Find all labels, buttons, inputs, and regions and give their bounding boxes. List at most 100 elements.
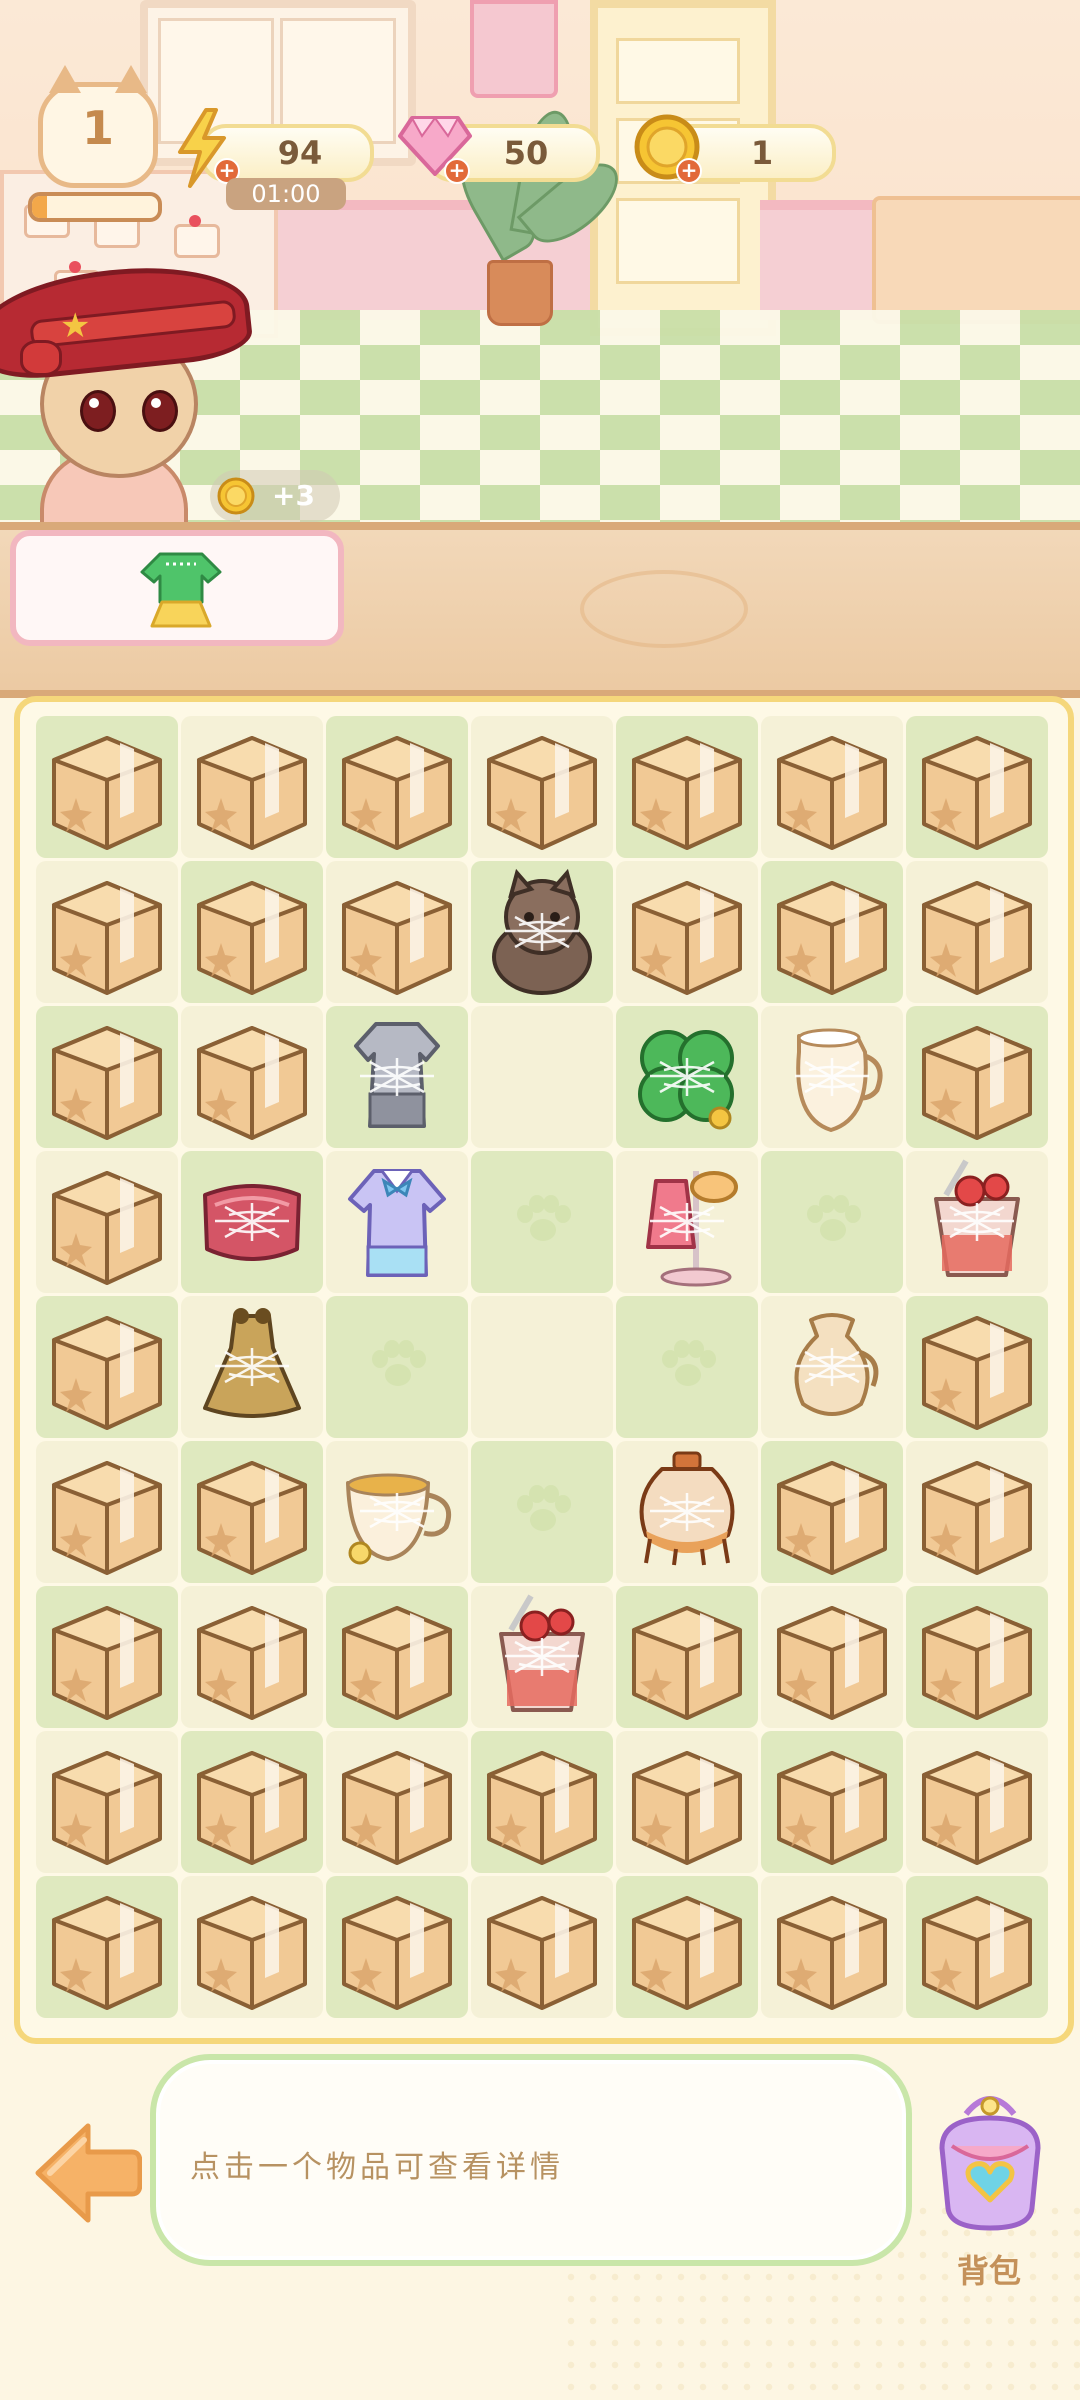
cell-empty[interactable]: [616, 1296, 758, 1438]
cell-webbed-item[interactable]: [181, 1296, 323, 1438]
level-badge[interactable]: 1: [38, 65, 158, 188]
cat-eye-icon: [80, 390, 116, 432]
cell-sealed-box[interactable]: [906, 1876, 1048, 2018]
cell-webbed-item[interactable]: [761, 1006, 903, 1148]
cell-sealed-box[interactable]: [906, 1586, 1048, 1728]
cell-sealed-box[interactable]: [36, 1731, 178, 1873]
coin-plus-icon[interactable]: +: [676, 158, 702, 184]
paw-print-icon: [372, 1340, 426, 1392]
order-card[interactable]: [10, 530, 344, 646]
cell-sealed-box[interactable]: [36, 716, 178, 858]
cell-webbed-item[interactable]: [761, 1296, 903, 1438]
cell-sealed-box[interactable]: [906, 1441, 1048, 1583]
cell-empty[interactable]: [471, 1006, 613, 1148]
cell-webbed-item[interactable]: [471, 1586, 613, 1728]
gold-dress-icon: [203, 1308, 301, 1418]
cell-empty[interactable]: [471, 1151, 613, 1293]
cardboard-box-icon: [777, 1751, 887, 1865]
cardboard-box-icon: [52, 1751, 162, 1865]
cat-ear-icon: [115, 65, 147, 93]
cell-empty[interactable]: [471, 1441, 613, 1583]
cell-webbed-item[interactable]: [326, 1441, 468, 1583]
cell-empty[interactable]: [471, 1296, 613, 1438]
cell-sealed-box[interactable]: [616, 716, 758, 858]
cell-webbed-item[interactable]: [471, 861, 613, 1003]
cardboard-box-icon: [487, 1896, 597, 2010]
cell-sealed-box[interactable]: [181, 716, 323, 858]
cardboard-box-icon: [197, 881, 307, 995]
cell-webbed-item[interactable]: [326, 1006, 468, 1148]
pink-coat-rack-icon: [646, 1171, 738, 1287]
cell-sealed-box[interactable]: [326, 716, 468, 858]
cell-sealed-box[interactable]: [906, 1006, 1048, 1148]
cell-webbed-item[interactable]: [906, 1151, 1048, 1293]
energy-value: 94: [277, 134, 323, 172]
cell-sealed-box[interactable]: [761, 1876, 903, 2018]
cardboard-box-icon: [777, 1461, 887, 1575]
cell-sealed-box[interactable]: [181, 1876, 323, 2018]
coin-icon: [217, 477, 255, 515]
cell-sealed-box[interactable]: [181, 861, 323, 1003]
cell-webbed-item[interactable]: [326, 1151, 468, 1293]
gem-plus-icon[interactable]: +: [444, 158, 470, 184]
cell-sealed-box[interactable]: [36, 1296, 178, 1438]
cardboard-box-icon: [777, 1606, 887, 1720]
cell-sealed-box[interactable]: [36, 861, 178, 1003]
cell-empty[interactable]: [761, 1151, 903, 1293]
cell-empty[interactable]: [326, 1296, 468, 1438]
cell-sealed-box[interactable]: [906, 861, 1048, 1003]
bag-label: 背包: [956, 2252, 1021, 2290]
cell-sealed-box[interactable]: [471, 1876, 613, 2018]
cardboard-box-icon: [342, 881, 452, 995]
cardboard-box-icon: [922, 1026, 1032, 1140]
cell-sealed-box[interactable]: [616, 1586, 758, 1728]
bow-icon: [20, 340, 62, 376]
cardboard-box-icon: [777, 881, 887, 995]
cell-sealed-box[interactable]: [761, 861, 903, 1003]
shop-counter: [872, 196, 1080, 324]
cell-webbed-item[interactable]: [616, 1151, 758, 1293]
paw-print-icon: [662, 1340, 716, 1392]
cell-sealed-box[interactable]: [761, 1731, 903, 1873]
cell-sealed-box[interactable]: [181, 1441, 323, 1583]
cardboard-box-icon: [487, 1751, 597, 1865]
fruit-sundae-cup-icon: [499, 1594, 585, 1712]
menu-sign: [470, 0, 558, 98]
cell-sealed-box[interactable]: [906, 716, 1048, 858]
cell-sealed-box[interactable]: [471, 716, 613, 858]
heart-purse-icon: [939, 2096, 1041, 2231]
coin-value: 1: [750, 134, 774, 172]
cell-sealed-box[interactable]: [471, 1731, 613, 1873]
cardboard-box-icon: [922, 1316, 1032, 1430]
cell-sealed-box[interactable]: [36, 1441, 178, 1583]
cell-sealed-box[interactable]: [36, 1876, 178, 2018]
cell-sealed-box[interactable]: [181, 1731, 323, 1873]
back-arrow-icon[interactable]: [32, 2118, 142, 2228]
cell-sealed-box[interactable]: [36, 1586, 178, 1728]
cell-sealed-box[interactable]: [326, 861, 468, 1003]
coin-reward-bubble[interactable]: +3: [210, 470, 340, 522]
cell-sealed-box[interactable]: [616, 1876, 758, 2018]
cell-sealed-box[interactable]: [616, 1731, 758, 1873]
bag-button[interactable]: 背包: [924, 2088, 1054, 2290]
cardboard-box-icon: [52, 1316, 162, 1430]
cell-webbed-item[interactable]: [616, 1006, 758, 1148]
cell-sealed-box[interactable]: [326, 1731, 468, 1873]
cell-sealed-box[interactable]: [326, 1586, 468, 1728]
cell-sealed-box[interactable]: [906, 1731, 1048, 1873]
cell-sealed-box[interactable]: [761, 1441, 903, 1583]
cell-sealed-box[interactable]: [181, 1586, 323, 1728]
cell-sealed-box[interactable]: [616, 861, 758, 1003]
cell-sealed-box[interactable]: [761, 1586, 903, 1728]
cell-sealed-box[interactable]: [906, 1296, 1048, 1438]
cardboard-box-icon: [632, 1606, 742, 1720]
cell-sealed-box[interactable]: [36, 1151, 178, 1293]
cell-webbed-item[interactable]: [181, 1151, 323, 1293]
cardboard-box-icon: [922, 1461, 1032, 1575]
cell-sealed-box[interactable]: [326, 1876, 468, 2018]
cell-sealed-box[interactable]: [36, 1006, 178, 1148]
cardboard-box-icon: [52, 736, 162, 850]
cell-sealed-box[interactable]: [181, 1006, 323, 1148]
cell-sealed-box[interactable]: [761, 716, 903, 858]
cell-webbed-item[interactable]: [616, 1441, 758, 1583]
